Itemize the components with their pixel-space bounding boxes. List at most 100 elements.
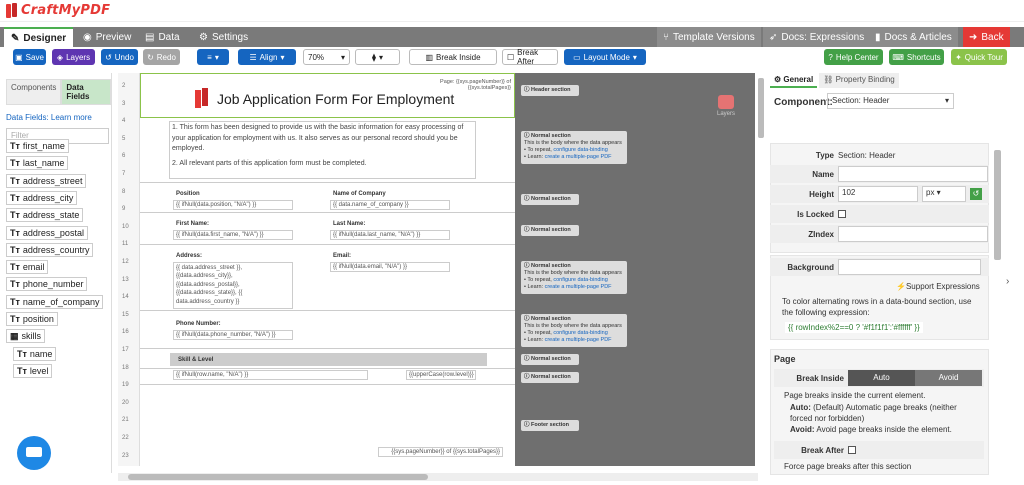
name-section[interactable]: First Name: {{ ifNull(data.first_name, "… <box>140 213 515 245</box>
data-field-item[interactable]: Tт first_name <box>6 139 69 153</box>
section-note[interactable]: ⓘ Normal section <box>521 194 579 206</box>
ruler-number: 7 <box>122 171 126 177</box>
tab-general[interactable]: ⚙ General <box>770 73 818 88</box>
collapse-chevron-icon[interactable]: › <box>1006 276 1009 287</box>
data-field-item[interactable]: Tт address_city <box>6 190 78 205</box>
section-note[interactable]: ⓘ Normal section This is the body where t… <box>521 314 627 347</box>
unit-select[interactable]: px ▾ <box>922 186 966 202</box>
back-button[interactable]: ➜ Back <box>963 27 1010 47</box>
first-name-value[interactable]: {{ ifNull(data.first_name, "N/A") }} <box>173 230 293 240</box>
footer-page-number[interactable]: {{sys.pageNumber}} of {{sys.totalPages}} <box>378 447 503 457</box>
rocket-icon: ➶ <box>769 31 778 43</box>
zoom-select[interactable]: 70% ▾ <box>303 49 350 65</box>
skills-row-section[interactable]: {{ ifNull(row.name, "N/A") }} {{upperCas… <box>140 369 515 385</box>
data-subfield-item[interactable]: Tт level <box>13 363 53 378</box>
section-note[interactable]: ⓘ Footer section <box>521 420 579 432</box>
data-field-item[interactable]: Tт address_state <box>6 208 84 223</box>
docs-expressions-button[interactable]: ➶ Docs: Expressions <box>763 27 871 47</box>
break-auto-option[interactable]: Auto <box>848 370 915 386</box>
tab-property-binding[interactable]: ⛓ Property Binding <box>819 73 899 88</box>
data-fields-learn-link[interactable]: Data Fields: Learn more <box>6 113 111 122</box>
data-field-item[interactable]: Tт address_postal <box>6 225 88 240</box>
align-icon: ☰ <box>249 52 257 62</box>
multi-page-link[interactable]: create a multiple-page PDF <box>545 154 612 160</box>
template-versions-button[interactable]: ⑂ Template Versions <box>657 27 761 47</box>
section-note[interactable]: ⓘ Normal section This is the body where t… <box>521 261 627 294</box>
canvas-scrollbar[interactable] <box>758 78 764 138</box>
chat-icon[interactable] <box>17 436 51 470</box>
header-section[interactable]: Job Application Form For Employment Page… <box>140 73 515 118</box>
section-note[interactable]: ⓘ Normal section This is the body where t… <box>521 131 627 164</box>
shortcuts-button[interactable]: ⌨ Shortcuts <box>889 49 944 65</box>
quick-tour-button[interactable]: ✦ Quick Tour <box>951 49 1007 65</box>
intro-section[interactable]: 1. This form has been designed to provid… <box>140 118 515 183</box>
break-inside-toggle[interactable]: ▥ Break Inside <box>409 49 497 65</box>
name-input[interactable] <box>838 166 988 182</box>
fill-color-dropdown[interactable]: ⧫ ▾ <box>355 49 400 65</box>
data-field-item[interactable]: Tт phone_number <box>6 277 88 292</box>
section-note[interactable]: ⓘ Normal section <box>521 372 579 384</box>
multi-page-link[interactable]: create a multiple-page PDF <box>545 337 612 343</box>
tab-data-fields[interactable]: Data Fields <box>61 79 111 105</box>
layers-button[interactable]: ◈ Layers <box>52 49 95 65</box>
format-dropdown[interactable]: ≡ ▾ <box>197 49 229 65</box>
skills-header-section[interactable]: Skill & Level <box>140 349 515 369</box>
refresh-icon[interactable]: ↺ <box>970 188 982 200</box>
data-field-item[interactable]: Tт email <box>6 260 49 275</box>
section-note[interactable]: ⓘ Normal section <box>521 225 579 237</box>
tab-settings[interactable]: ⚙ Settings <box>192 27 255 47</box>
redo-button[interactable]: ↻ Redo <box>143 49 180 65</box>
layers-float-icon[interactable]: Layers <box>711 95 741 117</box>
height-input[interactable]: 102 <box>838 186 918 202</box>
company-value[interactable]: {{ data.name_of_company }} <box>330 200 450 210</box>
tab-data[interactable]: ▤ Data <box>138 27 187 47</box>
position-section[interactable]: Position {{ ifNull(data.position, "N/A")… <box>140 183 515 213</box>
align-dropdown[interactable]: ☰ Align ▾ <box>238 49 296 65</box>
configure-binding-link[interactable]: configure data-binding <box>553 330 607 336</box>
phone-value[interactable]: {{ ifNull(data.phone_number, "N/A") }} <box>173 330 293 340</box>
help-center-button[interactable]: ? Help Center <box>824 49 883 65</box>
tab-preview[interactable]: ◉ Preview <box>76 27 138 47</box>
tab-components[interactable]: Components <box>6 79 62 105</box>
data-field-item[interactable]: Tт address_street <box>6 173 87 188</box>
data-field-item[interactable]: Tт address_country <box>6 242 94 257</box>
email-value[interactable]: {{ ifNull(data.email, "N/A") }} <box>330 262 450 272</box>
address-section[interactable]: Address: {{ data.address_street }}, {{da… <box>140 245 515 311</box>
section-note[interactable]: ⓘ Header section <box>521 85 579 97</box>
last-name-value[interactable]: {{ ifNull(data.last_name, "N/A") }} <box>330 230 450 240</box>
break-avoid-option[interactable]: Avoid <box>915 370 982 386</box>
save-button[interactable]: ▣ Save <box>13 49 46 65</box>
break-after-checkbox[interactable]: ☐ Break After <box>502 48 558 66</box>
form-title: Job Application Form For Employment <box>217 91 455 107</box>
section-note[interactable]: ⓘ Normal section <box>521 354 579 366</box>
data-field-item[interactable]: Tт last_name <box>6 156 69 171</box>
configure-binding-link[interactable]: configure data-binding <box>553 147 607 153</box>
skill-name-value[interactable]: {{ ifNull(row.name, "N/A") }} <box>173 370 368 380</box>
data-field-item[interactable]: Tт position <box>6 312 58 326</box>
configure-binding-link[interactable]: configure data-binding <box>553 277 607 283</box>
layout-mode-dropdown[interactable]: ▭ Layout Mode ▾ <box>564 49 646 65</box>
phone-section[interactable]: Phone Number: {{ ifNull(data.phone_numbe… <box>140 311 515 349</box>
address-value[interactable]: {{ data.address_street }}, {{data.addres… <box>173 262 293 309</box>
logo[interactable]: CraftMyPDF <box>6 3 110 18</box>
docs-articles-button[interactable]: ▮ Docs & Articles <box>869 27 958 47</box>
data-field-item[interactable]: ▦ skills <box>6 329 46 344</box>
tab-designer[interactable]: ✎ Designer <box>4 27 74 48</box>
locked-checkbox[interactable] <box>838 210 846 218</box>
ruler-number: 13 <box>122 276 129 283</box>
zindex-input[interactable] <box>838 226 988 242</box>
break-after-checkbox-prop[interactable] <box>848 446 856 454</box>
ruler-number: 18 <box>122 364 129 371</box>
design-canvas[interactable]: Job Application Form For Employment Page… <box>140 73 515 466</box>
props-scrollbar[interactable] <box>994 150 1001 260</box>
multi-page-link[interactable]: create a multiple-page PDF <box>545 284 612 290</box>
skill-level-value[interactable]: {{upperCase(row.level)}} <box>406 370 476 380</box>
component-select[interactable]: Section: Header ▾ <box>827 93 954 109</box>
data-subfield-item[interactable]: Tт name <box>13 346 57 361</box>
info-icon: ⓘ <box>524 87 532 93</box>
position-value[interactable]: {{ ifNull(data.position, "N/A") }} <box>173 200 293 210</box>
undo-button[interactable]: ↺ Undo <box>101 49 138 65</box>
background-input[interactable] <box>838 259 981 275</box>
horizontal-scrollbar[interactable] <box>118 473 758 481</box>
data-field-item[interactable]: Tт name_of_company <box>6 294 104 309</box>
